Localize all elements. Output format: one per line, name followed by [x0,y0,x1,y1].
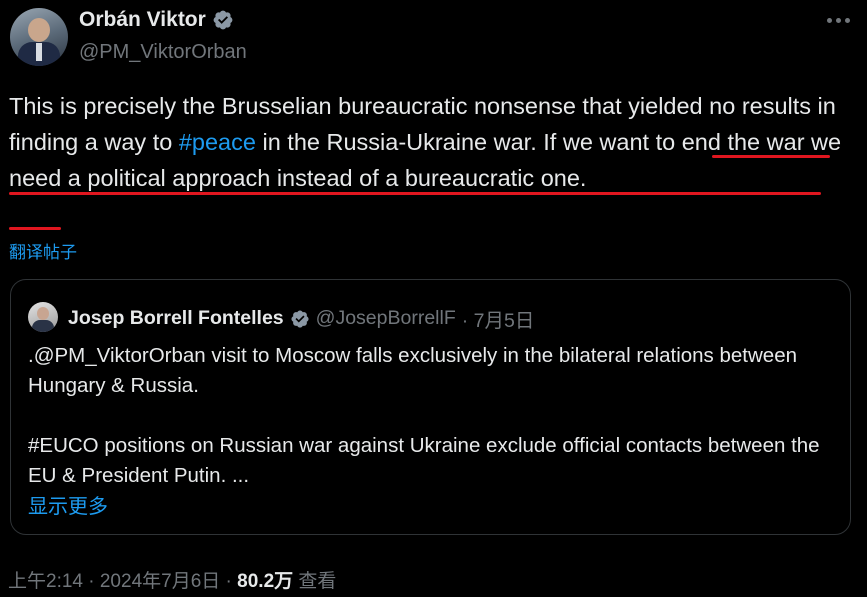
views-label: 查看 [293,571,337,592]
quoted-author-name[interactable]: Josep Borrell Fontelles [68,307,284,330]
author-name-row[interactable]: Orbán Viktor [79,8,234,32]
author-handle[interactable]: @PM_ViktorOrban [79,41,247,64]
author-avatar[interactable] [10,8,68,66]
tweet-text: This is precisely the Brusselian bureauc… [9,88,859,196]
quoted-author-avatar[interactable] [28,302,58,332]
quoted-author-row: Josep Borrell Fontelles @JosepBorrellF ·… [68,304,534,333]
verified-badge-icon [213,10,233,30]
more-options-icon[interactable] [827,18,850,23]
author-name[interactable]: Orbán Viktor [79,8,206,32]
quoted-tweet-text: .@PM_ViktorOrban visit to Moscow falls e… [28,341,838,491]
quoted-paragraph-2: #EUCO positions on Russian war against U… [28,434,820,487]
show-more-link[interactable]: 显示更多 [28,490,108,519]
tweet-timestamp[interactable]: 上午2:14 · 2024年7月6日 · [8,571,237,592]
verified-badge-icon [291,309,309,328]
hashtag-peace[interactable]: #peace [179,129,256,155]
quoted-paragraph-1: .@PM_ViktorOrban visit to Moscow falls e… [28,344,798,397]
red-underline-3 [9,227,61,230]
views-count: 80.2万 [237,571,294,592]
translate-post-link[interactable]: 翻译帖子 [9,238,77,263]
quoted-date: · 7月5日 [461,310,535,332]
tweet-meta: 上午2:14 · 2024年7月6日 · 80.2万 查看 [8,566,336,593]
quoted-author-handle[interactable]: @JosepBorrellF [316,307,456,330]
red-underline-1 [712,155,830,158]
red-underline-2 [9,192,821,195]
quoted-tweet-card[interactable]: Josep Borrell Fontelles @JosepBorrellF ·… [10,279,851,535]
